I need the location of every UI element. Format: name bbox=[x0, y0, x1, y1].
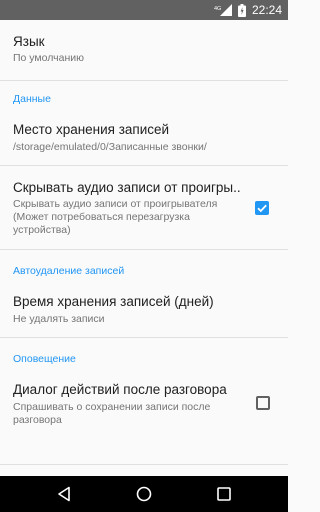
home-button[interactable] bbox=[114, 476, 174, 512]
category-notification-header: Оповещение bbox=[13, 353, 76, 365]
pref-language-summary: По умолчанию bbox=[13, 52, 85, 64]
checkbox-checked-icon bbox=[257, 204, 267, 213]
pref-storage-location-title: Место хранения записей bbox=[13, 122, 170, 137]
pref-after-call-dialog-summary-line2: разговора bbox=[13, 414, 62, 426]
divider bbox=[0, 464, 288, 465]
back-button[interactable] bbox=[34, 476, 94, 512]
status-bar: 4G 22:24 bbox=[0, 0, 288, 20]
divider bbox=[0, 337, 288, 338]
recents-button[interactable] bbox=[194, 476, 254, 512]
hide-audio-checkbox[interactable] bbox=[255, 201, 269, 215]
category-autodelete-header: Автоудаление записей bbox=[13, 265, 125, 277]
pref-language[interactable]: Язык По умолчанию bbox=[0, 20, 288, 78]
battery-icon bbox=[237, 3, 246, 17]
clock: 22:24 bbox=[251, 3, 282, 17]
recents-icon bbox=[217, 487, 231, 501]
pref-hide-audio-summary-line3: устройства) bbox=[13, 224, 71, 236]
pref-hide-audio[interactable]: Скрывать аудио записи от проигры.. Скрыв… bbox=[0, 166, 288, 256]
home-icon bbox=[136, 486, 152, 502]
pref-after-call-dialog[interactable]: Диалог действий после разговора Спрашива… bbox=[0, 372, 288, 442]
pref-retention-time-summary: Не удалять записи bbox=[13, 313, 105, 325]
divider bbox=[0, 80, 288, 81]
pref-language-title: Язык bbox=[13, 34, 45, 49]
navigation-bar bbox=[0, 476, 288, 512]
pref-retention-time[interactable]: Время хранения записей (дней) Не удалять… bbox=[0, 282, 288, 342]
pref-storage-location-summary: /storage/emulated/0/Записанные звонки/ bbox=[13, 141, 207, 153]
pref-after-call-dialog-summary-line1: Спрашивать о сохранении записи после bbox=[13, 401, 211, 413]
category-data-header: Данные bbox=[13, 93, 51, 105]
network-type-label: 4G bbox=[214, 6, 221, 12]
back-icon bbox=[58, 486, 70, 502]
settings-list: Язык По умолчанию Данные Место хранения … bbox=[0, 20, 288, 476]
pref-retention-time-title: Время хранения записей (дней) bbox=[13, 294, 214, 309]
signal-icon: 4G bbox=[214, 4, 232, 16]
pref-after-call-dialog-title: Диалог действий после разговора bbox=[13, 382, 227, 397]
pref-hide-audio-title: Скрывать аудио записи от проигры.. bbox=[13, 180, 241, 195]
pref-hide-audio-summary-line1: Скрывать аудио записи от проигрывателя bbox=[13, 198, 218, 210]
after-call-dialog-checkbox[interactable] bbox=[256, 396, 270, 410]
status-icons: 4G 22:24 bbox=[214, 0, 282, 20]
pref-storage-location[interactable]: Место хранения записей /storage/emulated… bbox=[0, 110, 288, 170]
divider bbox=[0, 249, 288, 250]
pref-hide-audio-summary-line2: (Может потребоваться перезагрузка bbox=[13, 211, 190, 223]
